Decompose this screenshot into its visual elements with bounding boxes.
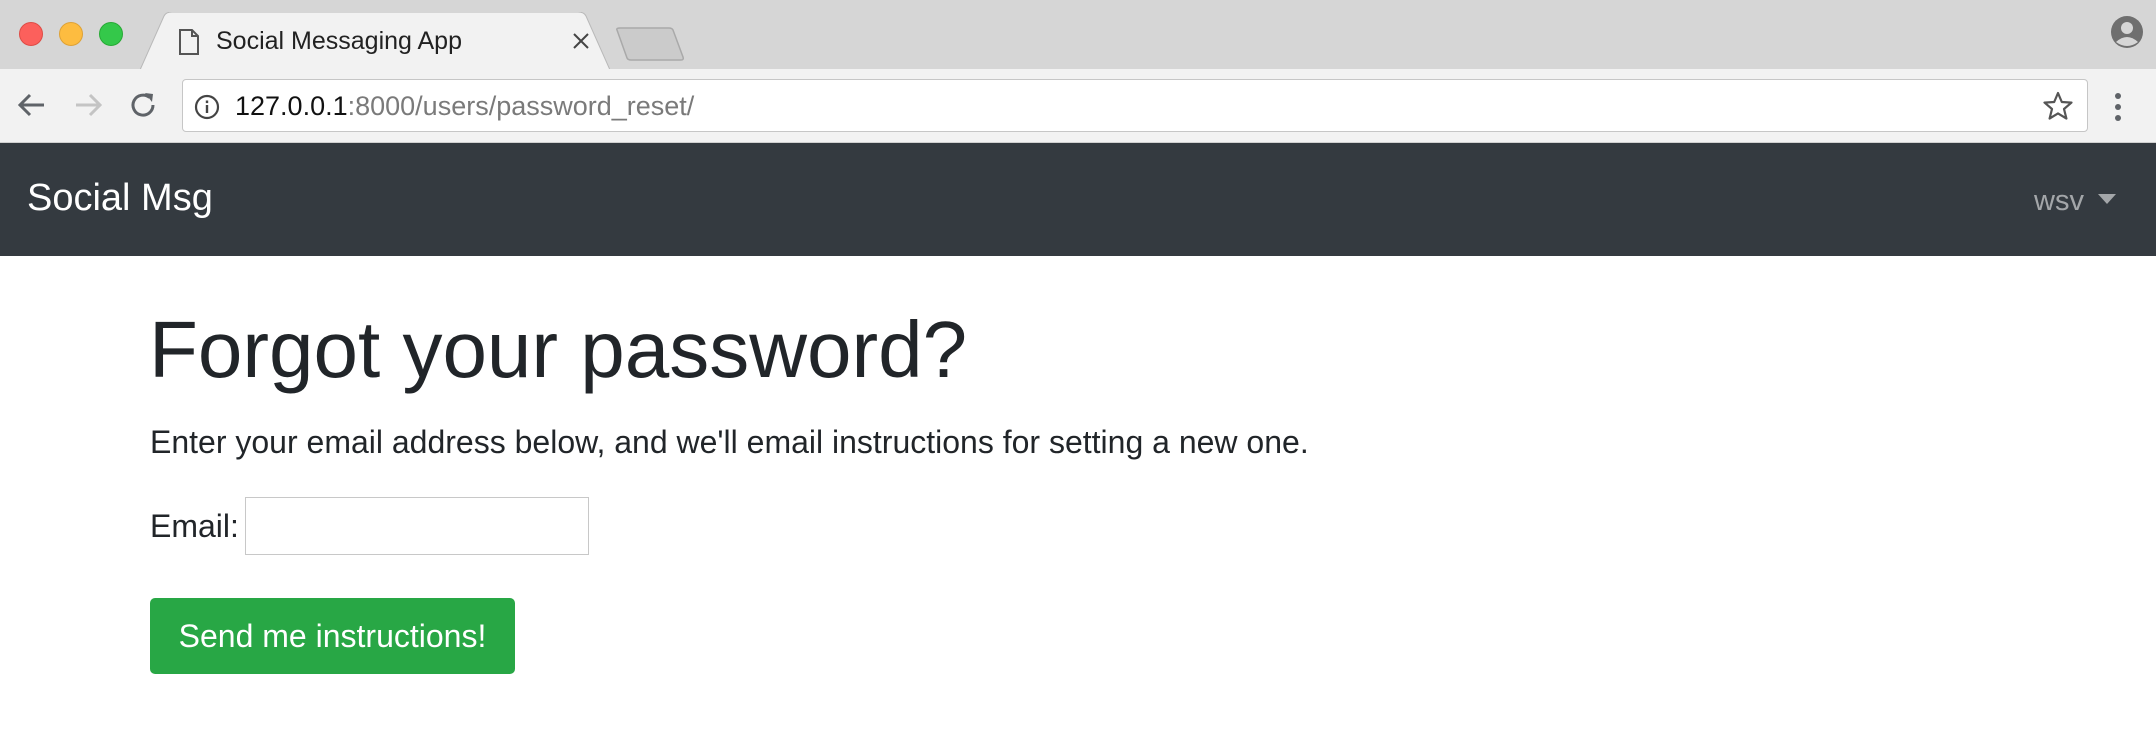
browser-tab[interactable]: Social Messaging App (140, 12, 610, 70)
page-icon (178, 29, 200, 60)
username-label: wsv (2034, 185, 2084, 217)
bookmark-star-icon[interactable] (2043, 91, 2073, 126)
new-tab-button[interactable] (615, 26, 685, 67)
maximize-window-button[interactable] (99, 22, 123, 46)
brand-link[interactable]: Social Msg (27, 177, 213, 220)
page-title: Forgot your password? (149, 305, 968, 394)
info-icon[interactable] (194, 94, 220, 125)
close-window-button[interactable] (19, 22, 43, 46)
url-host: 127.0.0.1 (235, 91, 348, 121)
url-path: :8000/users/password_reset/ (347, 91, 695, 121)
instructions-text: Enter your email address below, and we'l… (150, 424, 1309, 460)
email-input[interactable] (245, 497, 589, 555)
url-text[interactable]: 127.0.0.1:8000/users/password_reset/ (235, 91, 694, 122)
navbar: Social Msg wsv (0, 143, 2156, 256)
forward-arrow-icon[interactable] (72, 89, 104, 126)
send-instructions-button[interactable]: Send me instructions! (150, 598, 515, 674)
back-arrow-icon[interactable] (16, 89, 48, 126)
reload-icon[interactable] (127, 89, 159, 126)
close-tab-icon[interactable] (572, 32, 590, 55)
email-label: Email: (150, 508, 239, 544)
browser-menu-icon[interactable] (2112, 91, 2124, 128)
browser-tab-strip: Social Messaging App (0, 0, 2156, 70)
tab-title: Social Messaging App (216, 27, 462, 55)
minimize-window-button[interactable] (59, 22, 83, 46)
profile-icon[interactable] (2110, 15, 2144, 54)
address-bar[interactable]: 127.0.0.1:8000/users/password_reset/ (182, 79, 2088, 132)
browser-toolbar: 127.0.0.1:8000/users/password_reset/ (0, 69, 2156, 143)
user-dropdown-toggle[interactable]: wsv (2034, 185, 2116, 218)
caret-down-icon (2098, 193, 2116, 204)
